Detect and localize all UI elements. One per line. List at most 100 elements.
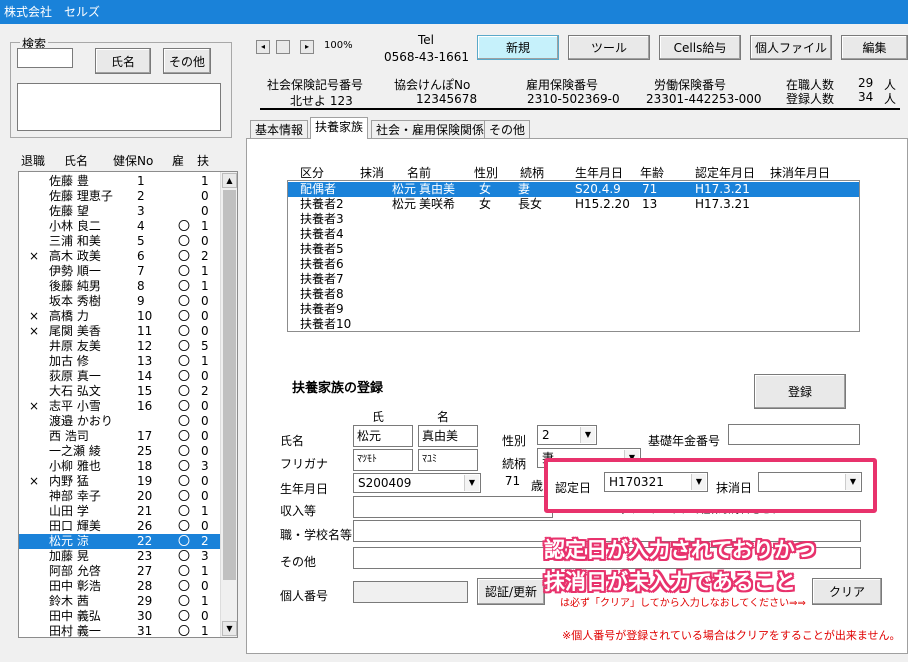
- family-row[interactable]: 扶養者3: [288, 212, 859, 227]
- list-item[interactable]: 渡邉 かおり 〇 0: [19, 414, 221, 429]
- list-item[interactable]: 鈴木 茜 29 〇 1: [19, 594, 221, 609]
- list-item[interactable]: × 志平 小雪 16 〇 0: [19, 399, 221, 414]
- pension-input[interactable]: [728, 424, 860, 445]
- chevron-down-icon[interactable]: ▼: [464, 475, 479, 491]
- nintei-select[interactable]: H170321 ▼: [604, 472, 708, 492]
- family-row[interactable]: 扶養者10: [288, 317, 859, 331]
- list-item[interactable]: 山田 学 21 〇 1: [19, 504, 221, 519]
- personal-file-button[interactable]: 個人ファイル: [750, 35, 832, 60]
- edit-button[interactable]: 編集: [841, 35, 908, 60]
- list-item[interactable]: × 内野 猛 19 〇 0: [19, 474, 221, 489]
- family-row[interactable]: 扶養者4: [288, 227, 859, 242]
- enrolled-count-value: 29: [858, 76, 874, 90]
- chevron-down-icon[interactable]: ▼: [580, 427, 595, 443]
- list-item[interactable]: × 高橋 力 10 〇 0: [19, 309, 221, 324]
- list-item-dependents: 3: [201, 549, 209, 563]
- search-input[interactable]: [17, 48, 73, 68]
- list-item[interactable]: × 高木 政美 6 〇 2: [19, 249, 221, 264]
- family-row[interactable]: 扶養者8: [288, 287, 859, 302]
- list-item-employed: 〇: [178, 444, 191, 458]
- list-item-health-no: 18: [137, 459, 153, 473]
- clear-button[interactable]: クリア: [812, 578, 882, 605]
- family-row[interactable]: 扶養者9: [288, 302, 859, 317]
- family-table[interactable]: 配偶者 松元 真由美女妻 S20.4.9 71 H17.3.21 扶養者2 松元 美咲希女長女 H…: [287, 180, 860, 332]
- list-item[interactable]: 井原 友美 12 〇 5: [19, 339, 221, 354]
- birth-select[interactable]: S200409 ▼: [353, 473, 481, 493]
- mei-input[interactable]: 真由美: [418, 425, 478, 447]
- tab-dependents[interactable]: 扶養家族: [310, 117, 369, 139]
- list-item-retired: ×: [29, 249, 40, 263]
- cells-payroll-button[interactable]: Cells給与: [659, 35, 741, 60]
- list-item[interactable]: 坂本 秀樹 9 〇 0: [19, 294, 221, 309]
- list-item[interactable]: 伊勢 順一 7 〇 1: [19, 264, 221, 279]
- list-item[interactable]: 佐藤 理恵子 2 0: [19, 189, 221, 204]
- registered-count-value: 34: [858, 90, 874, 104]
- list-item[interactable]: 大石 弘文 15 〇 2: [19, 384, 221, 399]
- list-item-name: 大石 弘文: [49, 384, 101, 398]
- family-row-age: 71: [642, 182, 658, 196]
- scroll-down-icon[interactable]: ▼: [222, 621, 237, 636]
- list-item-employed: 〇: [178, 369, 191, 383]
- list-item[interactable]: 加古 修 13 〇 1: [19, 354, 221, 369]
- list-item[interactable]: 三浦 和美 5 〇 0: [19, 234, 221, 249]
- search-memo[interactable]: [17, 83, 221, 131]
- list-item[interactable]: 西 浩司 17 〇 0: [19, 429, 221, 444]
- list-item[interactable]: 松元 涼 22 〇 2: [19, 534, 221, 549]
- chevron-down-icon[interactable]: ▼: [845, 474, 860, 490]
- tool-button[interactable]: ツール: [568, 35, 650, 60]
- family-row-relation: 長女: [518, 197, 543, 211]
- sex-select[interactable]: 2 ▼: [537, 425, 597, 445]
- tab-social-employment-insurance[interactable]: 社会・雇用保険関係: [371, 120, 490, 139]
- scroll-thumb[interactable]: [223, 190, 236, 580]
- tab-basic-info[interactable]: 基本情報: [250, 120, 309, 139]
- list-item[interactable]: 阿部 允啓 27 〇 1: [19, 564, 221, 579]
- next-record-icon[interactable]: ▸: [300, 40, 314, 54]
- masho-select[interactable]: ▼: [758, 472, 862, 492]
- chevron-down-icon[interactable]: ▼: [691, 474, 706, 490]
- register-button[interactable]: 登録: [754, 374, 846, 409]
- list-item[interactable]: 田中 彰浩 28 〇 0: [19, 579, 221, 594]
- list-item[interactable]: 田村 義一 31 〇 1: [19, 624, 221, 637]
- list-item[interactable]: 小柳 雅也 18 〇 3: [19, 459, 221, 474]
- furigana-mei-input[interactable]: ﾏﾕﾐ: [418, 449, 478, 471]
- prev-record-icon[interactable]: [276, 40, 290, 54]
- list-item[interactable]: 佐藤 望 3 0: [19, 204, 221, 219]
- list-item-health-no: 22: [137, 534, 153, 548]
- furigana-sei-input[interactable]: ﾏﾂﾓﾄ: [353, 449, 413, 471]
- family-row[interactable]: 配偶者 松元 真由美 女 妻 S20.4.9 71 H17.3.21: [288, 182, 859, 197]
- new-button[interactable]: 新規: [477, 35, 559, 60]
- family-row[interactable]: 扶養者2 松元 美咲希 女 長女 H15.2.20 13 H17.3.21: [288, 197, 859, 212]
- family-row[interactable]: 扶養者5: [288, 242, 859, 257]
- list-item[interactable]: 加藤 晃 23 〇 3: [19, 549, 221, 564]
- family-row[interactable]: 扶養者7: [288, 272, 859, 287]
- list-item-dependents: 0: [201, 489, 209, 503]
- list-item-retired: ×: [29, 474, 40, 488]
- list-item[interactable]: 佐藤 豊 1 1: [19, 174, 221, 189]
- family-row[interactable]: 扶養者6: [288, 257, 859, 272]
- list-item-dependents: 0: [201, 189, 209, 203]
- list-item[interactable]: 荻原 真一 14 〇 0: [19, 369, 221, 384]
- social-insurance-label: 社会保険記号番号: [267, 78, 364, 92]
- tab-other[interactable]: その他: [484, 120, 531, 139]
- list-item[interactable]: × 尾関 美香 11 〇 0: [19, 324, 221, 339]
- list-item[interactable]: 一之瀬 綾 25 〇 0: [19, 444, 221, 459]
- list-item[interactable]: 田口 輝美 26 〇 0: [19, 519, 221, 534]
- list-item[interactable]: 小林 良二 4 〇 1: [19, 219, 221, 234]
- list-item[interactable]: 神部 幸子 20 〇 0: [19, 489, 221, 504]
- list-item[interactable]: 田中 義弘 30 〇 0: [19, 609, 221, 624]
- scroll-up-icon[interactable]: ▲: [222, 173, 237, 188]
- income-input[interactable]: [353, 496, 553, 518]
- search-name-button[interactable]: 氏名: [95, 48, 151, 74]
- first-record-icon[interactable]: ◂: [256, 40, 270, 54]
- employee-list[interactable]: 佐藤 豊 1 1 佐藤 理恵子 2 0 佐藤 望 3 0 小林 良二 4 〇 1 三浦 和美 5 〇 0 × 高木 …: [18, 171, 238, 638]
- verify-update-button[interactable]: 認証/更新: [477, 578, 545, 605]
- sei-input[interactable]: 松元: [353, 425, 413, 447]
- search-other-button[interactable]: その他: [163, 48, 211, 74]
- list-item-dependents: 1: [201, 174, 209, 188]
- list-scrollbar[interactable]: ▲ ▼: [220, 172, 237, 637]
- mynumber-input[interactable]: [353, 581, 468, 603]
- list-item[interactable]: 後藤 純男 8 〇 1: [19, 279, 221, 294]
- masho-label: 抹消日: [716, 481, 753, 495]
- family-row-sei: 松元: [392, 197, 417, 211]
- family-row-kubun: 扶養者9: [300, 302, 344, 316]
